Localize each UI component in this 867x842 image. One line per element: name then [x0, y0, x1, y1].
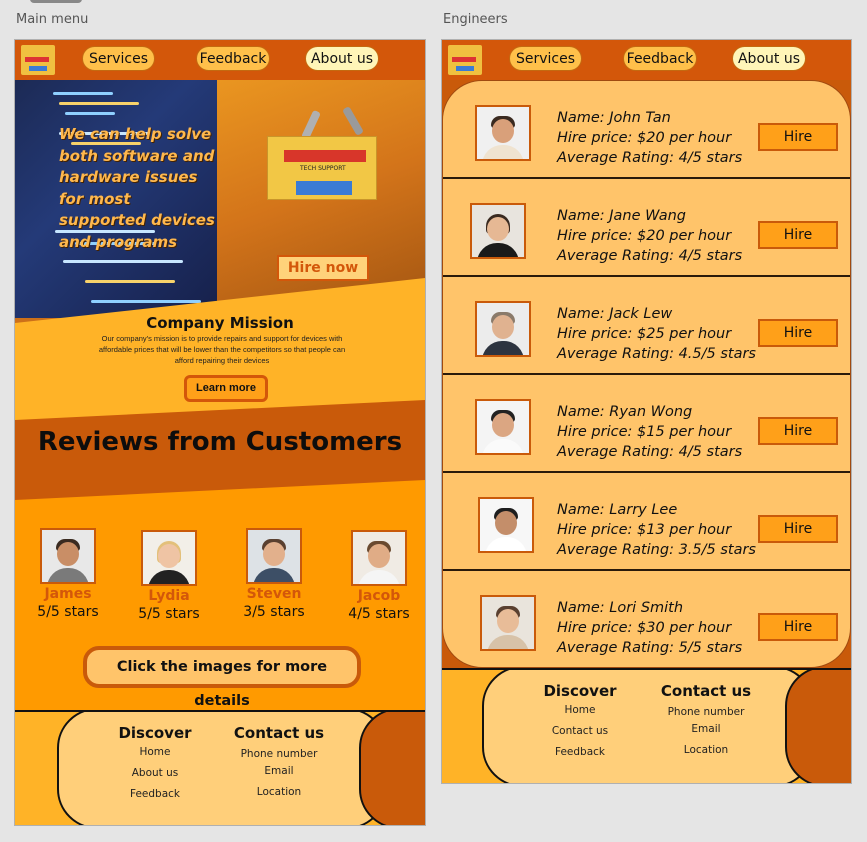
bigfix-logo-icon[interactable]: [21, 45, 55, 75]
engineer-info: Name: Jane Wang Hire price: $20 per hour A…: [557, 208, 743, 264]
engineer-info: Name: John Tan Hire price: $20 per hour Av…: [557, 110, 743, 166]
engineers-footer: Discover Home Contact us Feedback Contac…: [442, 668, 851, 783]
hire-button[interactable]: Hire: [758, 123, 838, 151]
mission-text: Our company's mission is to provide repa…: [98, 334, 346, 365]
reviewer-stars: 3/5 stars: [243, 604, 305, 620]
wrench-icon: [342, 106, 364, 136]
hire-button[interactable]: Hire: [758, 613, 838, 641]
footer-link-feedback[interactable]: Feedback: [115, 784, 195, 805]
engineer-row: Name: Ryan Wong Hire price: $15 per hour A…: [443, 375, 850, 473]
bigfix-tech-support-logo: TECH SUPPORT: [267, 136, 377, 200]
footer-link-feedback[interactable]: Feedback: [540, 742, 620, 763]
engineer-row: Name: Lori Smith Hire price: $30 per hour…: [443, 571, 850, 667]
hero-tagline: We can help solve both software and hard…: [59, 125, 215, 251]
engineers-list: Name: John Tan Hire price: $20 per hour Av…: [442, 80, 851, 668]
reviewer-name: Lydia: [148, 588, 190, 604]
mission-title: Company Mission: [146, 314, 294, 332]
engineer-photo[interactable]: [480, 595, 536, 651]
services-button[interactable]: Services: [82, 46, 155, 71]
hire-button[interactable]: Hire: [758, 515, 838, 543]
engineer-row: Name: Larry Lee Hire price: $13 per hour A…: [443, 473, 850, 571]
reviews-title: Reviews from Customers: [37, 427, 403, 457]
engineers-nav-bar: Services Feedback About us: [442, 40, 851, 80]
footer-link-about[interactable]: About us: [115, 763, 195, 784]
footer-link-home[interactable]: Home: [115, 742, 195, 763]
bigfix-logo-icon[interactable]: [448, 45, 482, 75]
avatar[interactable]: [351, 530, 407, 586]
hire-button[interactable]: Hire: [758, 417, 838, 445]
hire-now-button[interactable]: Hire now: [277, 255, 369, 281]
main-nav-bar: Services Feedback About us: [15, 40, 425, 80]
avatar[interactable]: [246, 528, 302, 584]
footer-discover: Discover Home About us Feedback: [115, 724, 195, 805]
review-card-james[interactable]: James 5/5 stars: [33, 528, 103, 620]
main-menu-frame: Services Feedback About us We can help s…: [14, 39, 426, 826]
engineers-list-wrap: Name: John Tan Hire price: $20 per hour Av…: [442, 80, 851, 668]
engineer-photo[interactable]: [475, 399, 531, 455]
services-button[interactable]: Services: [509, 46, 582, 71]
reviewer-stars: 4/5 stars: [348, 606, 410, 622]
engineer-info: Name: Larry Lee Hire price: $13 per hour A…: [557, 502, 756, 558]
footer-link-contact[interactable]: Contact us: [540, 721, 620, 742]
engineer-photo[interactable]: [478, 497, 534, 553]
avatar[interactable]: [141, 530, 197, 586]
engineers-frame: Services Feedback About us Name: John Ta…: [441, 39, 852, 784]
reviewer-stars: 5/5 stars: [138, 606, 200, 622]
about-us-button[interactable]: About us: [732, 46, 806, 71]
reviewer-name: Steven: [246, 586, 302, 602]
engineer-row: Name: Jack Lew Hire price: $25 per hour Av…: [443, 277, 850, 375]
reviewer-stars: 5/5 stars: [37, 604, 99, 620]
engineer-info: Name: Jack Lew Hire price: $25 per hour Av…: [557, 306, 756, 362]
feedback-button[interactable]: Feedback: [623, 46, 697, 71]
review-card-steven[interactable]: Steven 3/5 stars: [239, 528, 309, 620]
engineer-photo[interactable]: [475, 105, 531, 161]
hire-button[interactable]: Hire: [758, 319, 838, 347]
engineer-row: Name: John Tan Hire price: $20 per hour Av…: [443, 81, 850, 179]
reviewer-name: Jacob: [357, 588, 401, 604]
footer-contact: Contact us Phone number Email Location: [233, 724, 325, 803]
hire-button[interactable]: Hire: [758, 221, 838, 249]
footer-link-location[interactable]: Location: [660, 740, 752, 761]
main-menu-frame-label: Main menu: [16, 12, 89, 27]
review-card-jacob[interactable]: Jacob 4/5 stars: [344, 530, 414, 622]
top-tab: [30, 0, 82, 3]
avatar[interactable]: [40, 528, 96, 584]
about-us-button[interactable]: About us: [305, 46, 379, 71]
engineers-frame-label: Engineers: [443, 12, 508, 27]
engineer-info: Name: Lori Smith Hire price: $30 per hour…: [557, 600, 743, 656]
reviewer-name: James: [44, 586, 92, 602]
footer-contact: Contact us Phone number Email Location: [660, 682, 752, 761]
footer-discover: Discover Home Contact us Feedback: [540, 682, 620, 763]
footer-link-location[interactable]: Location: [233, 782, 325, 803]
engineer-photo[interactable]: [470, 203, 526, 259]
engineer-photo[interactable]: [475, 301, 531, 357]
more-details-button[interactable]: Click the images for more details: [83, 646, 361, 709]
engineer-info: Name: Ryan Wong Hire price: $15 per hour A…: [557, 404, 743, 460]
main-footer: Discover Home About us Feedback Contact …: [15, 710, 425, 825]
feedback-button[interactable]: Feedback: [196, 46, 270, 71]
learn-more-button[interactable]: Learn more: [184, 375, 268, 402]
review-card-lydia[interactable]: Lydia 5/5 stars: [134, 530, 204, 622]
footer-link-home[interactable]: Home: [540, 700, 620, 721]
engineer-row: Name: Jane Wang Hire price: $20 per hour A…: [443, 179, 850, 277]
